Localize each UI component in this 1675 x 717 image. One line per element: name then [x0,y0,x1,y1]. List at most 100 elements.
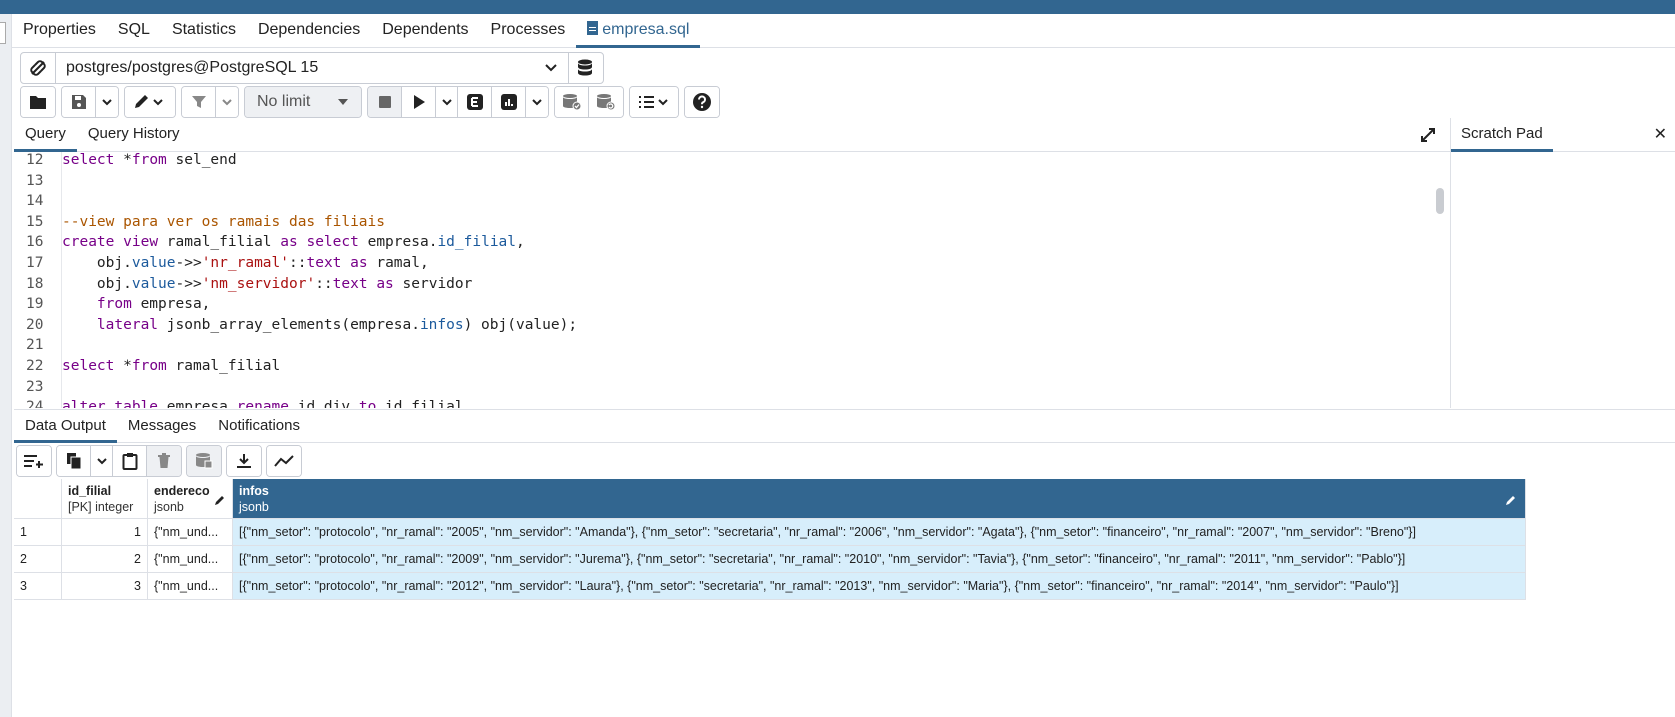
tab-processes[interactable]: Processes [480,14,577,48]
tab-properties[interactable]: Properties [12,14,107,48]
line-number: 24 [26,399,44,408]
stop-button[interactable] [368,87,402,117]
tab-scratch-pad[interactable]: Scratch Pad [1451,118,1553,152]
code-line[interactable]: 16 create view ramal_filial as select emp… [14,232,1434,253]
close-icon[interactable]: ✕ [1654,124,1667,144]
code-text: alter table empresa rename id_div to id_… [62,399,464,408]
save-options-button[interactable] [96,87,118,117]
code-text: --view para ver os ramais das filiais [62,213,386,230]
code-line[interactable]: 22 select *from ramal_filial [14,356,1434,377]
data-output-toolbar [16,445,307,477]
cell-id-filial[interactable]: 2 [62,546,148,573]
code-line[interactable]: 12 select *from sel_end [14,152,1434,171]
explain-options-button[interactable] [526,87,548,117]
connection-row: postgres/postgres@PostgreSQL 15 [20,52,604,84]
code-line[interactable]: 14 [14,191,1434,212]
copy-options-button[interactable] [91,446,113,476]
code-line[interactable]: 13 [14,171,1434,192]
cell-endereco[interactable]: {"nm_und... [148,546,233,573]
copy-button[interactable] [57,446,91,476]
execute-options-button[interactable] [436,87,458,117]
code-text: from empresa, [96,296,211,313]
chevron-down-icon [441,99,452,106]
cell-endereco[interactable]: {"nm_und... [148,573,233,600]
tab-notifications[interactable]: Notifications [207,410,311,443]
row-limit-select[interactable]: No limit [245,87,361,117]
cell-id-filial[interactable]: 1 [62,519,148,546]
tab-data-output[interactable]: Data Output [14,410,117,443]
filter-options-button[interactable] [216,87,238,117]
connection-select[interactable]: postgres/postgres@PostgreSQL 15 [55,52,569,84]
code-text: select *from ramal_filial [62,358,281,374]
tab-messages[interactable]: Messages [117,410,207,443]
maximize-button[interactable] [1420,127,1436,148]
save-icon [71,95,86,109]
folder-icon [30,96,46,109]
macros-button[interactable] [630,87,678,117]
row-number[interactable]: 1 [14,519,62,546]
tab-query-tool[interactable]: empresa.sql [576,14,701,48]
connection-value: postgres/postgres@PostgreSQL 15 [66,59,319,76]
play-icon [413,95,425,109]
tab-query-history[interactable]: Query History [77,118,191,152]
tab-dependencies[interactable]: Dependencies [247,14,371,48]
code-line[interactable]: 23 [14,377,1434,398]
line-number: 17 [26,255,44,271]
edit-button[interactable] [125,87,175,117]
column-header-endereco[interactable]: endereco jsonb [148,479,233,519]
help-button[interactable] [685,87,719,117]
tab-statistics[interactable]: Statistics [161,14,247,48]
collapsed-panel-handle[interactable] [0,22,6,44]
cell-infos[interactable]: [{"nm_setor": "protocolo", "nr_ramal": "… [233,573,1526,600]
filter-button[interactable] [182,87,216,117]
expand-icon [1421,128,1435,142]
code-line[interactable]: 18 obj.value->>'nm_servidor'::text as se… [14,274,1434,295]
code-line[interactable]: 20 lateral jsonb_array_elements(empresa.… [14,315,1434,336]
help-icon [693,93,711,111]
code-line[interactable]: 15 --view para ver os ramais das filiais [14,212,1434,233]
new-connection-button[interactable] [568,52,604,84]
tab-sql[interactable]: SQL [107,14,161,48]
open-file-button[interactable] [21,87,55,117]
column-header-id-filial[interactable]: id_filial [PK] integer [62,479,148,519]
code-line[interactable]: 17 obj.value->>'nr_ramal'::text as ramal… [14,253,1434,274]
table-row[interactable]: 2 2 {"nm_und... [{"nm_setor": "protocolo", … [14,546,1526,573]
cell-endereco[interactable]: {"nm_und... [148,519,233,546]
stop-icon [378,96,391,108]
tab-dependents[interactable]: Dependents [371,14,479,48]
code-line[interactable]: 24 alter table empresa rename id_div to i… [14,397,1434,408]
connection-status-button[interactable] [20,52,56,84]
database-icon [578,59,592,76]
rollback-button[interactable] [589,87,623,117]
cell-id-filial[interactable]: 3 [62,573,148,600]
code-text: lateral jsonb_array_elements(empresa.inf… [96,316,578,333]
column-header-infos[interactable]: infos jsonb [233,479,1526,519]
disconnect-icon [30,60,46,76]
explain-analyze-button[interactable] [492,87,526,117]
table-row[interactable]: 1 1 {"nm_und... [{"nm_setor": "protocolo", … [14,519,1526,546]
row-number[interactable]: 2 [14,546,62,573]
delete-button[interactable] [147,446,181,476]
tab-query[interactable]: Query [14,118,77,152]
sql-editor[interactable]: 12 select *from sel_end 13 14 15 --view para … [14,152,1450,408]
editor-scrollbar[interactable] [1436,188,1444,214]
code-line[interactable]: 19 from empresa, [14,294,1434,315]
code-text: create view ramal_filial as select empre… [62,234,525,251]
explain-button[interactable] [458,87,492,117]
scratch-pad-panel: Scratch Pad ✕ [1450,118,1675,408]
line-number: 13 [26,172,44,189]
row-number-header[interactable] [14,479,62,519]
code-line[interactable]: 21 [14,335,1434,356]
table-row[interactable]: 3 3 {"nm_und... [{"nm_setor": "protocolo", … [14,573,1526,600]
paste-button[interactable] [113,446,147,476]
row-number[interactable]: 3 [14,573,62,600]
cell-infos[interactable]: [{"nm_setor": "protocolo", "nr_ramal": "… [233,546,1526,573]
download-button[interactable] [227,446,261,476]
cell-infos[interactable]: [{"nm_setor": "protocolo", "nr_ramal": "… [233,519,1526,546]
save-data-button[interactable] [187,446,221,476]
graph-visualiser-button[interactable] [267,446,301,476]
execute-button[interactable] [402,87,436,117]
add-row-button[interactable] [17,446,51,476]
commit-button[interactable] [555,87,589,117]
save-button[interactable] [62,87,96,117]
